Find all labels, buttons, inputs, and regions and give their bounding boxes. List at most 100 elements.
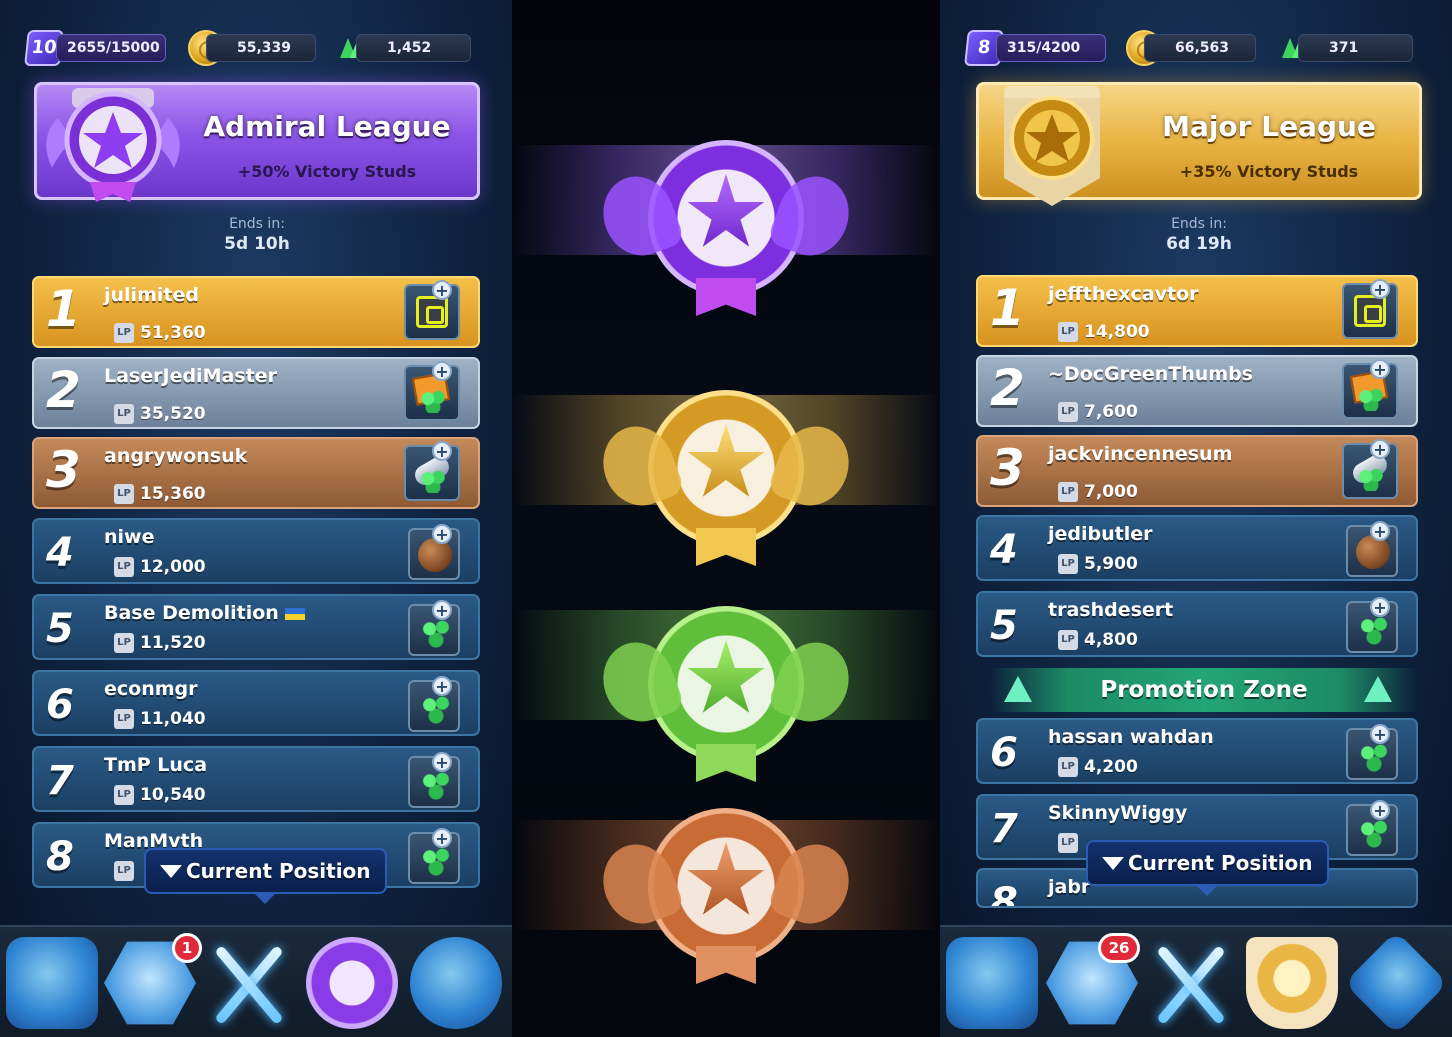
reward-slot[interactable]: + — [408, 828, 460, 884]
player-name: trashdesert — [1048, 599, 1174, 621]
lp-value: 11,520 — [140, 632, 206, 653]
league-timer: Ends in: 5d 10h — [34, 216, 480, 254]
leaderboard-row[interactable]: 4 jedibutler LP 5,900 + — [976, 515, 1418, 581]
lp-value: 7,600 — [1084, 401, 1138, 422]
leaderboard-row[interactable]: 4 niwe LP 12,000 + — [32, 518, 480, 584]
admiral-league-medal — [592, 140, 860, 316]
lp-value: 5,900 — [1084, 553, 1138, 574]
plus-icon[interactable]: + — [432, 752, 452, 772]
leaderboard-row[interactable]: 5 Base Demolition LP 11,520 + — [32, 594, 480, 660]
plus-icon[interactable]: + — [1370, 597, 1390, 617]
major-league-banner[interactable]: Major League +35% Victory Studs — [976, 82, 1422, 206]
player-name: LaserJediMaster — [104, 365, 277, 387]
arrow-up-icon — [1004, 676, 1032, 702]
gem-counter[interactable]: 371 — [1298, 34, 1413, 62]
plus-icon[interactable]: + — [432, 828, 452, 848]
bottom-nav: 1 — [0, 925, 512, 1037]
leaderboard-row[interactable]: 2 LaserJediMaster LP 35,520 + — [32, 357, 480, 429]
plus-icon[interactable]: + — [1370, 439, 1390, 459]
reward-slot[interactable]: + — [1346, 724, 1398, 780]
league-points: LP 11,040 — [114, 708, 206, 730]
lp-value: 11,040 — [140, 708, 206, 729]
player-name: jackvincennesum — [1048, 443, 1233, 465]
gem-reward-icon — [1358, 816, 1390, 848]
current-position-button[interactable]: Current Position — [1086, 840, 1329, 896]
current-position-button[interactable]: Current Position — [144, 848, 387, 904]
rank-number: 6 — [990, 730, 1018, 776]
plus-icon[interactable]: + — [432, 524, 452, 544]
reward-slot[interactable]: + — [1346, 597, 1398, 653]
plus-icon[interactable]: + — [432, 441, 452, 461]
plus-icon[interactable]: + — [1370, 359, 1390, 379]
nav-league-icon-active[interactable] — [306, 937, 398, 1029]
reward-slot[interactable]: + — [404, 361, 460, 421]
plus-icon[interactable]: + — [432, 600, 452, 620]
gem-counter[interactable]: 1,452 — [356, 34, 471, 62]
reward-slot[interactable]: + — [404, 441, 460, 501]
plus-icon[interactable]: + — [1370, 279, 1390, 299]
league-timer: Ends in: 6d 19h — [976, 216, 1422, 254]
rank-number: 5 — [46, 606, 74, 652]
league-points: LP 14,800 — [1058, 321, 1150, 343]
reward-slot[interactable]: + — [1346, 800, 1398, 856]
plus-icon[interactable]: + — [432, 280, 452, 300]
player-name: ~DocGreenThumbs — [1048, 363, 1253, 385]
nav-battle-lightsabers-icon[interactable] — [1146, 937, 1238, 1029]
plus-icon[interactable]: + — [1370, 800, 1390, 820]
reward-slot[interactable]: + — [1342, 439, 1398, 499]
player-name: hassan wahdan — [1048, 726, 1214, 748]
reward-slot[interactable]: + — [1346, 521, 1398, 577]
reward-slot[interactable]: + — [408, 752, 460, 808]
reward-slot[interactable]: + — [404, 280, 460, 340]
currency-bar: 8 315/4200 66,563 371 — [964, 30, 1426, 68]
plus-icon[interactable]: + — [432, 676, 452, 696]
gem-reward-icon — [420, 389, 446, 413]
plus-icon[interactable]: + — [1370, 724, 1390, 744]
reward-slot[interactable]: + — [408, 524, 460, 580]
nav-stormtrooper-icon[interactable] — [410, 937, 502, 1029]
rank-number: 8 — [990, 880, 1018, 908]
leaderboard-row[interactable]: 6 hassan wahdan LP 4,200 + — [976, 718, 1418, 784]
player-name: Base Demolition — [104, 602, 306, 624]
nav-holocube-icon[interactable] — [1343, 930, 1449, 1036]
lp-icon: LP — [1058, 481, 1078, 502]
league-points: LP 4,200 — [1058, 756, 1138, 778]
leaderboard-row[interactable]: 3 angrywonsuk LP 15,360 + — [32, 437, 480, 509]
nav-hand-icon[interactable] — [946, 937, 1038, 1029]
reward-slot[interactable]: + — [408, 600, 460, 656]
lp-icon: LP — [114, 403, 134, 424]
lp-value: 12,000 — [140, 556, 206, 577]
player-name: jeffthexcavtor — [1048, 283, 1199, 305]
leaderboard-row[interactable]: 6 econmgr LP 11,040 + — [32, 670, 480, 736]
leaderboard-row[interactable]: 1 jeffthexcavtor LP 14,800 + — [976, 275, 1418, 347]
league-points: LP 35,520 — [114, 403, 206, 425]
rank-number: 8 — [46, 834, 74, 880]
nav-hand-icon[interactable] — [6, 937, 98, 1029]
nav-battle-lightsabers-icon[interactable] — [204, 937, 296, 1029]
leaderboard-row[interactable]: 7 TmP Luca LP 10,540 + — [32, 746, 480, 812]
player-name: angrywonsuk — [104, 445, 248, 467]
gem-reward-icon — [1358, 467, 1384, 491]
admiral-league-banner[interactable]: Admiral League +50% Victory Studs — [34, 82, 480, 202]
leaderboard-row[interactable]: 5 trashdesert LP 4,800 + — [976, 591, 1418, 657]
leaderboard-row[interactable]: 3 jackvincennesum LP 7,000 + — [976, 435, 1418, 507]
gem-reward-icon — [420, 692, 452, 724]
reward-slot[interactable]: + — [1342, 279, 1398, 339]
plus-icon[interactable]: + — [432, 361, 452, 381]
player-name: econmgr — [104, 678, 198, 700]
league-points: LP 5,900 — [1058, 553, 1138, 575]
league-points: LP 11,520 — [114, 632, 206, 654]
ukraine-flag-icon — [285, 607, 306, 620]
currency-bar: 10 2655/15000 55,339 1,452 — [24, 30, 486, 68]
leaderboard-row[interactable]: 1 julimited LP 51,360 + — [32, 276, 480, 348]
reward-slot[interactable]: + — [1342, 359, 1398, 419]
coin-counter[interactable]: 55,339 — [206, 34, 316, 62]
reward-slot[interactable]: + — [408, 676, 460, 732]
leaderboard-row[interactable]: 2 ~DocGreenThumbs LP 7,600 + — [976, 355, 1418, 427]
player-name: jabr — [1048, 876, 1091, 898]
plus-icon[interactable]: + — [1370, 521, 1390, 541]
lp-value: 7,000 — [1084, 481, 1138, 502]
nav-league-icon-active[interactable] — [1246, 937, 1338, 1029]
cube-reward-icon — [1354, 295, 1386, 327]
coin-counter[interactable]: 66,563 — [1144, 34, 1256, 62]
